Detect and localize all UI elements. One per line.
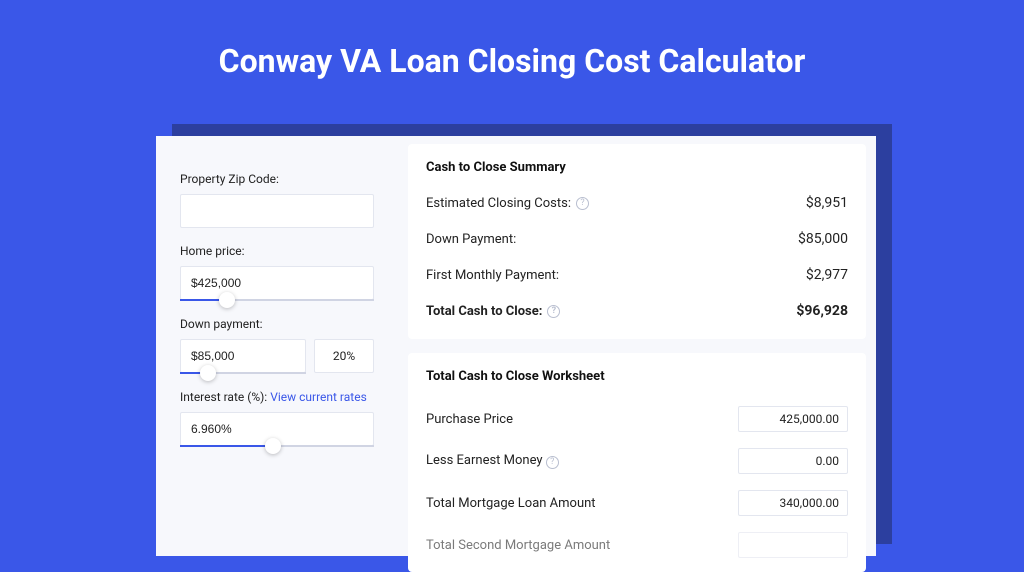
- ws-row-loan: Total Mortgage Loan Amount 340,000.00: [426, 482, 848, 524]
- ws-row-earnest: Less Earnest Money ? 0.00: [426, 440, 848, 482]
- inputs-column: Property Zip Code: Home price: Down paym…: [156, 136, 398, 556]
- summary-card: Cash to Close Summary Estimated Closing …: [408, 144, 866, 339]
- help-icon[interactable]: ?: [546, 456, 559, 469]
- summary-title: Cash to Close Summary: [426, 160, 848, 175]
- down-slider[interactable]: [180, 339, 306, 374]
- ws-earnest-label: Less Earnest Money: [426, 453, 543, 468]
- down-label: Down payment:: [180, 317, 374, 331]
- page-title: Conway VA Loan Closing Cost Calculator: [0, 42, 1024, 80]
- help-icon[interactable]: ?: [547, 305, 560, 318]
- ws-purchase-value[interactable]: 425,000.00: [738, 406, 848, 432]
- price-field: Home price:: [180, 244, 374, 301]
- price-slider-thumb[interactable]: [219, 292, 235, 308]
- help-icon[interactable]: ?: [576, 197, 589, 210]
- rate-label: Interest rate (%):: [180, 390, 267, 404]
- down-input[interactable]: [180, 339, 306, 373]
- rate-label-row: Interest rate (%): View current rates: [180, 390, 374, 404]
- view-rates-link[interactable]: View current rates: [270, 390, 367, 404]
- summary-total-value: $96,928: [796, 303, 848, 319]
- rate-field: Interest rate (%): View current rates: [180, 390, 374, 447]
- summary-down-label: Down Payment:: [426, 232, 516, 247]
- summary-total-label: Total Cash to Close:: [426, 304, 542, 319]
- worksheet-card: Total Cash to Close Worksheet Purchase P…: [408, 353, 866, 572]
- ws-row-second: Total Second Mortgage Amount: [426, 524, 848, 566]
- zip-input[interactable]: [180, 194, 374, 228]
- rate-slider-fill: [180, 445, 273, 447]
- results-column: Cash to Close Summary Estimated Closing …: [398, 136, 876, 556]
- summary-monthly-value: $2,977: [806, 267, 848, 283]
- rate-slider-thumb[interactable]: [265, 438, 281, 454]
- down-pct-input[interactable]: 20%: [314, 339, 374, 373]
- ws-earnest-value[interactable]: 0.00: [738, 448, 848, 474]
- summary-closing-value: $8,951: [806, 195, 848, 211]
- zip-field: Property Zip Code:: [180, 172, 374, 228]
- ws-row-purchase: Purchase Price 425,000.00: [426, 398, 848, 440]
- summary-row-down: Down Payment: $85,000: [426, 225, 848, 261]
- calculator-panel: Property Zip Code: Home price: Down paym…: [156, 136, 876, 556]
- summary-row-total: Total Cash to Close: ? $96,928: [426, 297, 848, 333]
- summary-monthly-label: First Monthly Payment:: [426, 268, 559, 283]
- ws-loan-label: Total Mortgage Loan Amount: [426, 496, 596, 511]
- ws-second-value[interactable]: [738, 532, 848, 558]
- price-input[interactable]: [180, 266, 374, 300]
- price-label: Home price:: [180, 244, 374, 258]
- down-field: Down payment: 20%: [180, 317, 374, 374]
- summary-closing-label: Estimated Closing Costs:: [426, 196, 571, 211]
- ws-purchase-label: Purchase Price: [426, 412, 513, 427]
- price-slider[interactable]: [180, 266, 374, 301]
- ws-loan-value[interactable]: 340,000.00: [738, 490, 848, 516]
- zip-label: Property Zip Code:: [180, 172, 374, 186]
- summary-row-monthly: First Monthly Payment: $2,977: [426, 261, 848, 297]
- ws-second-label: Total Second Mortgage Amount: [426, 538, 610, 553]
- summary-row-closing: Estimated Closing Costs: ? $8,951: [426, 189, 848, 225]
- rate-slider[interactable]: [180, 412, 374, 447]
- down-slider-thumb[interactable]: [200, 365, 216, 381]
- summary-down-value: $85,000: [798, 231, 848, 247]
- worksheet-title: Total Cash to Close Worksheet: [426, 369, 848, 384]
